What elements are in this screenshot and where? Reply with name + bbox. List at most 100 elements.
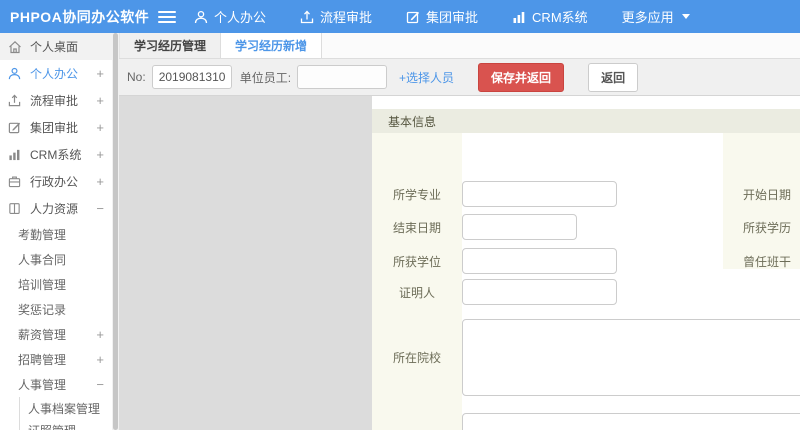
form-body: 所学专业 开始日期 结束日期 所获学历 所获学位 曾任班干 证明人 所在院校 院… — [372, 133, 800, 430]
sidebar-item-training[interactable]: 培训管理 — [0, 272, 112, 297]
degree-input[interactable] — [462, 248, 617, 274]
user-icon — [8, 67, 22, 80]
sidebar-item-workflow-approval[interactable]: 流程审批 + — [0, 87, 112, 114]
sidebar: 个人桌面 个人办公 + 流程审批 + 集团审批 + CRM系统 + 行政办公 +… — [0, 33, 112, 430]
field-label-school: 所在院校 — [392, 351, 441, 365]
nav-label: 个人办公 — [214, 10, 267, 25]
tab-study-history-new[interactable]: 学习经历新增 — [221, 33, 323, 58]
workflow-icon — [300, 10, 314, 24]
scrollbar-thumb[interactable] — [113, 33, 118, 430]
sidebar-item-attendance[interactable]: 考勤管理 — [0, 222, 112, 247]
nav-crm-system[interactable]: CRM系统 — [512, 7, 588, 26]
edit-icon — [8, 121, 22, 134]
sidebar-item-personnel-files[interactable]: 人事档案管理 — [0, 397, 112, 419]
sidebar-item-label: 培训管理 — [18, 278, 67, 292]
form-toolbar: No: 单位员工: +选择人员 保存并返回 返回 — [119, 59, 800, 96]
school-location-textarea[interactable] — [462, 413, 800, 430]
field-label-class-cadre: 曾任班干 — [742, 254, 791, 269]
sidebar-item-admin-office[interactable]: 行政办公 + — [0, 168, 112, 195]
school-textarea[interactable] — [462, 319, 800, 396]
main-nav: 个人办公 流程审批 集团审批 CRM系统 更多应用 — [194, 7, 690, 26]
user-icon — [194, 10, 208, 24]
sidebar-item-desktop[interactable]: 个人桌面 — [0, 33, 112, 60]
field-label-degree: 所获学位 — [392, 254, 441, 269]
employee-input[interactable] — [297, 65, 388, 89]
sidebar-item-label: 奖惩记录 — [18, 303, 67, 317]
sidebar-item-label: 证照管理 — [28, 422, 76, 430]
back-button[interactable]: 返回 — [588, 62, 639, 92]
workflow-icon — [8, 94, 22, 107]
sidebar-item-hr-contract[interactable]: 人事合同 — [0, 247, 112, 272]
sidebar-item-label: 考勤管理 — [18, 228, 67, 242]
choose-person-link[interactable]: +选择人员 — [399, 69, 454, 86]
nav-label: 更多应用 — [621, 10, 674, 25]
sidebar-item-group-approval[interactable]: 集团审批 + — [0, 114, 112, 141]
sidebar-item-label: 流程审批 — [30, 94, 79, 108]
expand-toggle[interactable]: + — [96, 147, 104, 162]
tab-label: 学习经历管理 — [134, 39, 207, 53]
sidebar-item-label: 人事合同 — [18, 253, 67, 267]
no-input[interactable] — [151, 65, 232, 89]
certifier-input[interactable] — [462, 279, 617, 305]
field-label-degree-level: 所获学历 — [742, 220, 791, 235]
sidebar-item-label: 集团审批 — [30, 121, 79, 135]
tab-study-history-manage[interactable]: 学习经历管理 — [119, 33, 222, 58]
sidebar-item-label: CRM系统 — [30, 148, 82, 162]
sidebar-item-rewards[interactable]: 奖惩记录 — [0, 297, 112, 322]
main-area: 学习经历管理 学习经历新增 No: 单位员工: +选择人员 保存并返回 返回 基… — [119, 33, 800, 430]
expand-toggle[interactable]: + — [96, 93, 104, 108]
sidebar-item-label: 人事管理 — [18, 378, 67, 392]
sidebar-item-label: 人力资源 — [30, 202, 79, 216]
sidebar-item-recruitment[interactable]: 招聘管理 + — [0, 347, 112, 372]
book-icon — [8, 202, 22, 215]
sidebar-item-crm-system[interactable]: CRM系统 + — [0, 141, 112, 168]
expand-toggle[interactable]: + — [96, 66, 104, 81]
sidebar-item-personnel[interactable]: 人事管理 − — [0, 372, 112, 397]
nav-label: 集团审批 — [426, 10, 479, 25]
collapse-toggle[interactable]: − — [96, 201, 104, 216]
expand-toggle[interactable]: + — [96, 327, 104, 342]
field-label-end-date: 结束日期 — [392, 220, 441, 235]
briefcase-icon — [8, 175, 22, 188]
hamburger-menu-icon[interactable] — [158, 8, 176, 26]
collapse-toggle[interactable]: − — [96, 377, 104, 392]
nav-more-apps[interactable]: 更多应用 — [622, 7, 690, 26]
major-input[interactable] — [462, 181, 617, 207]
bar-chart-icon — [8, 148, 22, 161]
expand-toggle[interactable]: + — [96, 120, 104, 135]
nav-workflow-approval[interactable]: 流程审批 — [300, 7, 372, 26]
expand-toggle[interactable]: + — [96, 174, 104, 189]
section-title: 基本信息 — [372, 109, 800, 133]
sidebar-item-label: 招聘管理 — [18, 353, 67, 367]
edit-icon — [406, 10, 420, 24]
field-label-certifier: 证明人 — [398, 285, 435, 300]
nav-label: CRM系统 — [532, 10, 588, 25]
sidebar-item-personal-office[interactable]: 个人办公 + — [0, 60, 112, 87]
nav-personal-office[interactable]: 个人办公 — [194, 7, 266, 26]
employee-label: 单位员工: — [239, 70, 292, 85]
sidebar-item-label: 行政办公 — [30, 175, 79, 189]
sidebar-item-certificates[interactable]: 证照管理 — [0, 419, 112, 430]
save-and-return-button[interactable]: 保存并返回 — [478, 62, 565, 92]
home-icon — [8, 40, 22, 54]
basic-info-form: 基本信息 所学专业 开始日期 结束日期 所获学历 所获学位 曾任班干 证明人 所… — [372, 96, 800, 430]
sidebar-item-label: 人事档案管理 — [28, 401, 101, 416]
sidebar-item-label: 个人办公 — [30, 67, 79, 81]
sidebar-scrollbar[interactable] — [112, 33, 119, 430]
caret-down-icon — [681, 14, 690, 19]
bar-chart-icon — [512, 10, 526, 24]
app-logo: PHPOA协同办公软件 — [10, 8, 150, 25]
nav-group-approval[interactable]: 集团审批 — [406, 7, 478, 26]
no-label: No: — [127, 70, 146, 84]
content-area: 基本信息 所学专业 开始日期 结束日期 所获学历 所获学位 曾任班干 证明人 所… — [119, 96, 800, 430]
sidebar-item-hr[interactable]: 人力资源 − — [0, 195, 112, 222]
tab-label: 学习经历新增 — [235, 39, 308, 53]
end-date-input[interactable] — [462, 214, 577, 240]
field-label-major: 所学专业 — [392, 187, 441, 202]
sidebar-item-salary[interactable]: 薪资管理 + — [0, 322, 112, 347]
top-navbar: PHPOA协同办公软件 个人办公 流程审批 集团审批 CRM系统 更多应用 — [0, 0, 800, 33]
sidebar-item-label: 个人桌面 — [30, 40, 79, 54]
expand-toggle[interactable]: + — [96, 352, 104, 367]
field-label-school-location: 院校所在地 — [372, 413, 462, 430]
field-label-start-date: 开始日期 — [742, 187, 791, 202]
